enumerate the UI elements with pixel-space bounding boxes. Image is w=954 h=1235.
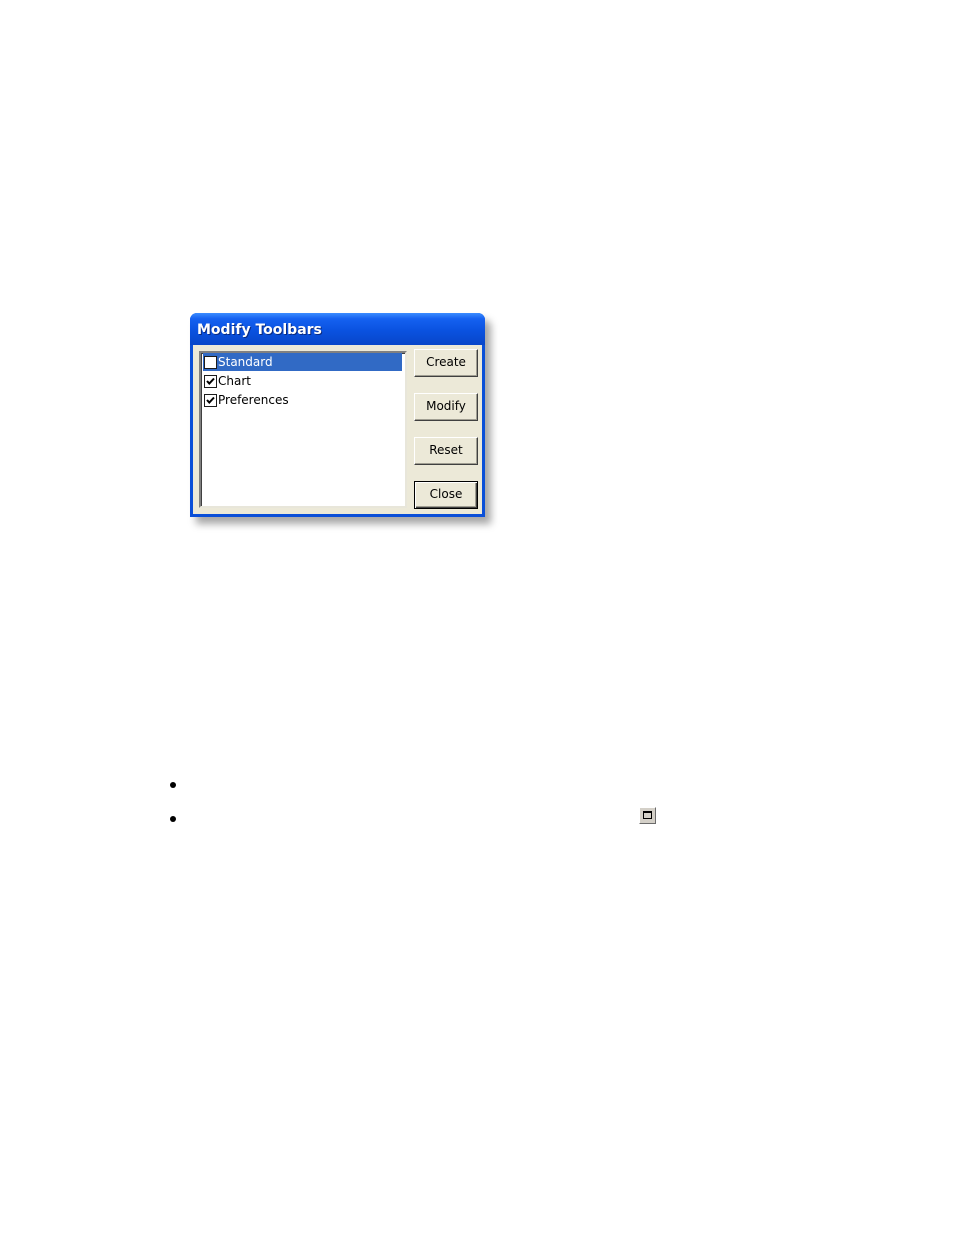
modify-button[interactable]: Modify	[414, 393, 478, 421]
reset-button[interactable]: Reset	[414, 437, 478, 465]
toolbars-listbox[interactable]: Standard Chart Preferences	[199, 351, 407, 508]
list-item-label: Preferences	[218, 393, 289, 407]
checkmark-icon	[206, 396, 215, 404]
restore-window-icon	[639, 807, 656, 824]
list-item-standard[interactable]: Standard	[203, 353, 402, 371]
dialog-title: Modify Toolbars	[197, 322, 322, 338]
dialog-titlebar[interactable]: Modify Toolbars	[190, 313, 485, 345]
modify-toolbars-dialog: Modify Toolbars Standard Chart Preferenc…	[190, 313, 485, 517]
window-glyph	[643, 811, 652, 819]
bullet-point	[170, 816, 176, 822]
checkmark-icon	[206, 377, 215, 385]
list-item-preferences[interactable]: Preferences	[203, 391, 402, 409]
list-item-label: Chart	[218, 374, 251, 388]
list-item-label: Standard	[218, 355, 273, 369]
chart-checkbox[interactable]	[204, 375, 217, 388]
create-button[interactable]: Create	[414, 349, 478, 377]
bullet-point	[170, 782, 176, 788]
close-button[interactable]: Close	[414, 481, 478, 509]
standard-checkbox[interactable]	[204, 356, 217, 369]
dialog-client-area: Standard Chart Preferences Create Modify…	[193, 345, 482, 514]
preferences-checkbox[interactable]	[204, 394, 217, 407]
list-item-chart[interactable]: Chart	[203, 372, 402, 390]
